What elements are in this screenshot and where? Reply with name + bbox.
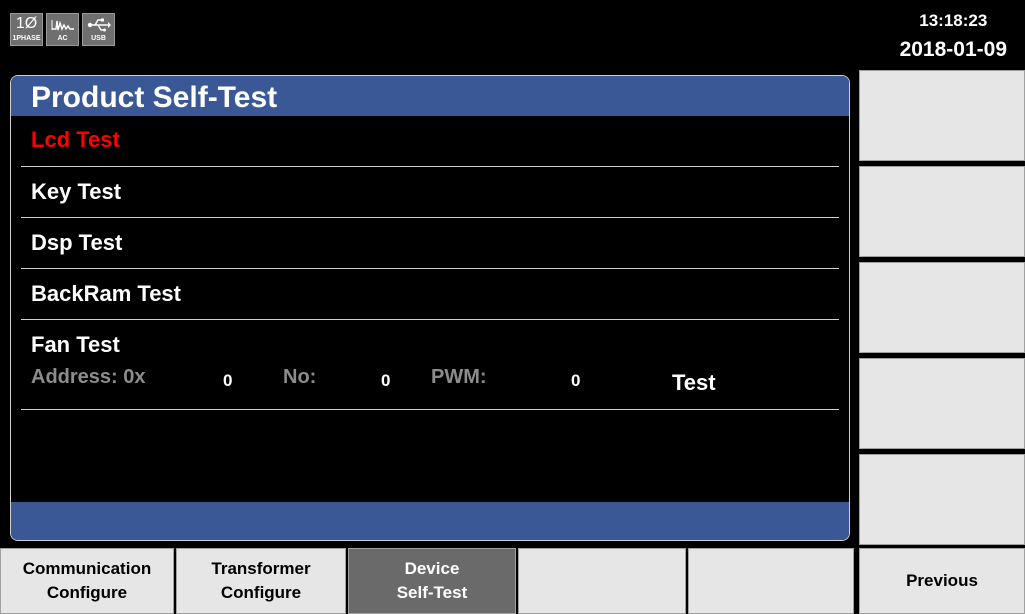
- address-label: Address: 0x: [31, 366, 146, 388]
- side-softkey-2[interactable]: [859, 166, 1025, 257]
- transformer-configure-button[interactable]: Transformer Configure: [176, 548, 346, 614]
- ac-waveform-icon: AC: [46, 13, 79, 46]
- bottom-softkey-4[interactable]: [518, 548, 686, 614]
- fan-number-label: No:: [283, 366, 317, 388]
- address-value[interactable]: 0: [223, 371, 232, 391]
- side-softkey-1[interactable]: [859, 70, 1025, 161]
- fan-test-label: Fan Test: [31, 332, 120, 357]
- usb-label: USB: [91, 35, 106, 42]
- self-test-panel: Product Self-Test Lcd Test Key Test Dsp …: [10, 75, 850, 541]
- bottom-softkey-5[interactable]: [688, 548, 854, 614]
- side-softkey-4[interactable]: [859, 358, 1025, 449]
- single-phase-icon: 1Ø 1PHASE: [10, 13, 43, 46]
- softkey-label-line1: Previous: [906, 571, 978, 590]
- softkey-label-line2: Self-Test: [396, 583, 468, 602]
- fan-test-button[interactable]: Test: [672, 370, 716, 396]
- fan-number-value[interactable]: 0: [381, 371, 390, 391]
- softkey-label-line2: Configure: [220, 583, 302, 602]
- previous-button[interactable]: Previous: [859, 548, 1025, 614]
- side-softkey-5[interactable]: [859, 454, 1025, 545]
- side-softkey-3[interactable]: [859, 262, 1025, 353]
- fan-test-controls: Address: 0x 0 No: 0 PWM: 0 Test: [31, 366, 831, 395]
- page-title: Product Self-Test: [11, 76, 849, 116]
- clock-time: 13:18:23: [919, 11, 988, 30]
- menu-item-key-test[interactable]: Key Test: [21, 167, 839, 218]
- softkey-label-line2: Configure: [46, 583, 128, 602]
- pwm-label: PWM:: [431, 366, 487, 388]
- softkey-label-line1: Device: [404, 559, 460, 578]
- device-self-test-button[interactable]: Device Self-Test: [348, 548, 516, 614]
- ac-label: AC: [57, 35, 68, 42]
- menu-item-lcd-test[interactable]: Lcd Test: [21, 116, 839, 167]
- clock-date: 2018-01-09: [899, 38, 1007, 61]
- pwm-value[interactable]: 0: [571, 371, 580, 391]
- communication-configure-button[interactable]: Communication Configure: [0, 548, 174, 614]
- panel-footer-bar: [11, 502, 849, 540]
- softkey-label-line1: Transformer: [211, 559, 311, 578]
- menu-item-dsp-test[interactable]: Dsp Test: [21, 218, 839, 269]
- phase-symbol: 1Ø: [15, 15, 38, 32]
- menu-item-backram-test[interactable]: BackRam Test: [21, 269, 839, 320]
- softkey-label-line1: Communication: [22, 559, 152, 578]
- usb-icon: USB: [82, 13, 115, 46]
- status-bar: 1Ø 1PHASE AC USB 13:18:23 2018-01-09: [0, 0, 1025, 75]
- phase-label: 1PHASE: [12, 35, 41, 42]
- clock: 13:18:23 2018-01-09: [900, 10, 1007, 64]
- menu-item-fan-test[interactable]: Fan Test: [21, 320, 839, 410]
